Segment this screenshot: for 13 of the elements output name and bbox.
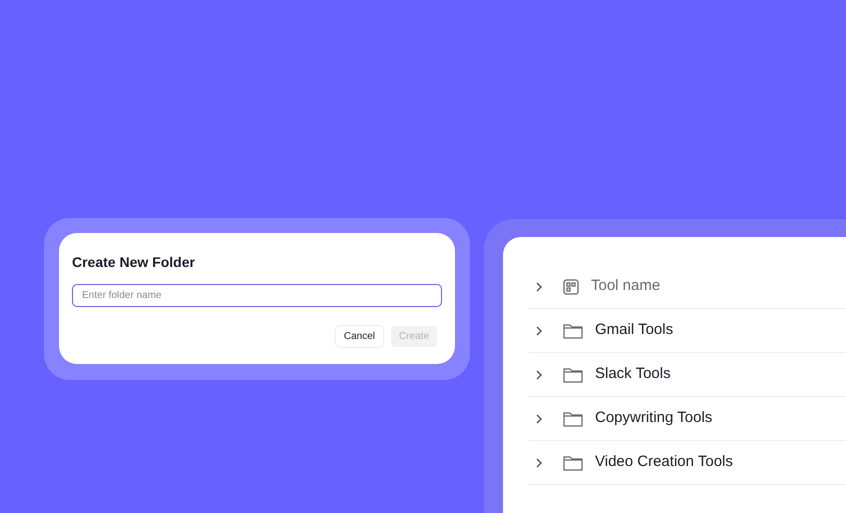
folder-name[interactable]: Gmail Tools: [595, 319, 674, 342]
folder-name-field[interactable]: Enter folder name: [72, 284, 442, 307]
folder-icon: [563, 454, 583, 470]
dialog-button[interactable]: Cancel: [336, 326, 383, 347]
column-header: Tool name: [591, 276, 660, 296]
folder-name[interactable]: Copywriting Tools: [595, 407, 712, 430]
folder-icon: [563, 410, 583, 426]
dialog-title: Create New Folder: [72, 253, 196, 271]
folder-icon: [563, 366, 583, 382]
folder-name[interactable]: Video Creation Tools: [595, 451, 733, 474]
folder-name[interactable]: Slack Tools: [595, 363, 671, 386]
folder-icon: [563, 322, 583, 338]
grid-icon: [563, 278, 579, 294]
